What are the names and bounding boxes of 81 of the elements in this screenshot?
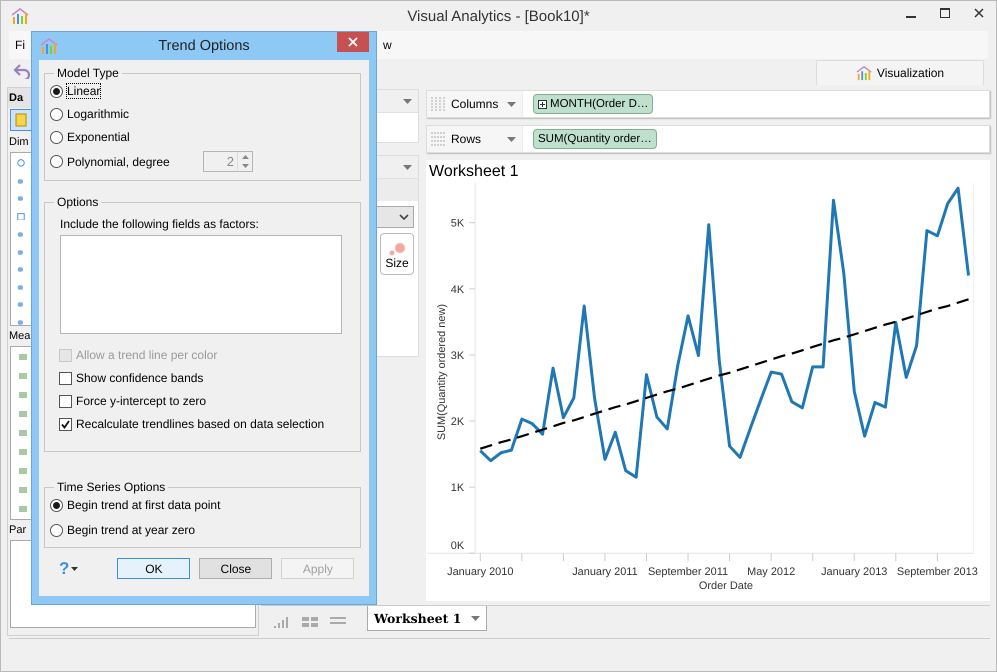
dropdown-caret-icon[interactable] [507,136,516,142]
dropdown-caret-icon[interactable] [507,102,516,106]
radio-button[interactable] [50,130,63,144]
caret-icon [71,567,78,571]
radio-button[interactable] [50,84,63,98]
axis-tick-label: 5K [450,218,464,230]
plus-icon [538,100,547,108]
worksheet-title: Worksheet 1 [428,162,520,182]
axis-tick-label: 2K [450,416,464,428]
checkbox-label[interactable]: Recalculate trendlines based on data selection [76,417,324,431]
field-pill[interactable]: SUM(Quantity order… [533,129,657,149]
data-source-icon [15,113,27,127]
section-label: Dim [8,135,30,150]
checkbox[interactable] [59,418,72,430]
chevron-down-icon [399,214,409,220]
radio-label[interactable]: Linear [67,84,100,98]
radio-button[interactable] [50,155,63,168]
pane-title: Da [8,91,24,106]
group-label: Options [56,195,100,209]
section-label: Par [8,523,28,538]
dropdown-caret-icon[interactable] [403,164,412,170]
chart-icon [856,65,872,81]
radio-label[interactable]: Polynomial, degree [67,154,170,168]
axis-tick-label: May 2012 [747,566,796,578]
menu-item[interactable]: Fi [15,38,25,52]
factors-label: Include the following fields as factors: [59,216,260,233]
chart-icon [40,37,58,55]
checkbox-label: Allow a trend line per color [76,348,218,362]
field-pill[interactable]: MONTH(Order D… [533,94,654,114]
help-icon: ? [59,559,70,579]
up-arrow-icon [242,154,248,159]
radio-label[interactable]: Exponential [67,130,130,144]
checkbox-label[interactable]: Force y-intercept to zero [76,394,206,408]
dropdown-caret-icon[interactable] [403,98,412,104]
degree-spinner: 2 [203,151,253,172]
axis-tick-label: 1K [450,482,464,494]
size-icon [388,242,406,256]
dialog-button[interactable]: OK [117,558,190,579]
rows-icon [431,132,445,146]
close-icon [974,8,984,18]
radio-button[interactable] [50,498,63,512]
shelf-label: Rows [451,132,482,146]
checkbox[interactable] [59,394,72,408]
checkmark-icon [61,420,70,428]
axis-tick-label: January 2010 [447,566,514,578]
radio-label[interactable]: Begin trend at first data point [67,498,220,512]
group-label: Model Type [56,66,120,80]
undo-icon[interactable] [13,63,31,79]
radio-label[interactable]: Begin trend at year zero [67,523,196,537]
chart-icon [11,7,29,25]
axis-tick-label: September 2011 [648,566,728,578]
axis-tick-label: September 2013 [896,566,978,578]
axis-tick-label: 4K [450,284,464,296]
visualization-tab[interactable]: Visualization [816,60,984,85]
axis-title: Order Date [698,580,753,592]
radio-button[interactable] [50,524,63,536]
checkbox-label[interactable]: Show confidence bands [76,371,204,385]
columns-icon [431,97,445,111]
minimize-icon [906,16,916,18]
sheet-tab[interactable]: Worksheet 1 [367,606,488,631]
data-source-button[interactable] [10,109,32,131]
maximize-icon [940,8,950,18]
axis-tick-label: 0K [450,540,464,552]
group-label: Time Series Options [56,480,166,494]
axis-tick-label: January 2011 [572,566,638,578]
shelf-label: Columns [451,97,498,111]
menu-item[interactable]: w [383,38,392,52]
close-icon [348,37,358,47]
dialog-button[interactable]: Close [199,558,272,579]
size-button[interactable]: Size [380,233,414,275]
dropdown-caret-icon[interactable] [471,616,480,620]
radio-label[interactable]: Logarithmic [67,107,130,121]
window-title: Visual Analytics - [Book10]* [406,8,591,24]
axis-tick-label: January 2013 [821,566,888,578]
section-label: Mea [8,329,32,344]
radio-button[interactable] [50,108,63,120]
dialog-title: Trend Options [157,38,251,54]
down-arrow-icon [242,164,248,168]
axis-title: SUM(Quantity ordered new) [436,304,448,440]
axis-tick-label: 3K [450,350,464,362]
checkbox[interactable] [59,372,72,384]
